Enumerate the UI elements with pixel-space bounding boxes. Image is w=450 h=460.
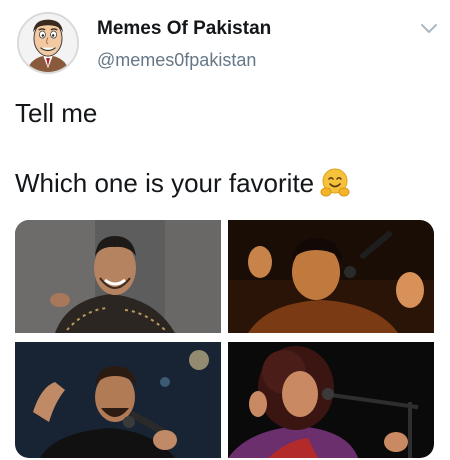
singer-photo-3-image (15, 342, 221, 458)
photo-2[interactable] (228, 220, 434, 333)
tweet-text-line-1: Tell me (15, 98, 98, 128)
singer-photo-4-image (228, 342, 434, 458)
display-name[interactable]: Memes Of Pakistan (97, 18, 271, 40)
tweet-text-line-2: Which one is your favorite (15, 168, 350, 199)
tweet-card: Memes Of Pakistan @memes0fpakistan Tell … (0, 0, 450, 460)
hugging-face-emoji (320, 168, 350, 198)
tweet-text-line-2-text: Which one is your favorite (15, 168, 315, 198)
singer-photo-1-image (15, 220, 221, 333)
photo-1[interactable] (15, 220, 221, 333)
photo-3[interactable] (15, 342, 221, 458)
chevron-down-icon[interactable] (420, 22, 438, 36)
avatar-cartoon-face-image (19, 14, 77, 72)
profile-avatar[interactable] (17, 12, 79, 74)
tweet-media-grid (15, 220, 434, 458)
singer-photo-2-image (228, 220, 434, 333)
photo-4[interactable] (228, 342, 434, 458)
user-handle[interactable]: @memes0fpakistan (97, 50, 256, 71)
